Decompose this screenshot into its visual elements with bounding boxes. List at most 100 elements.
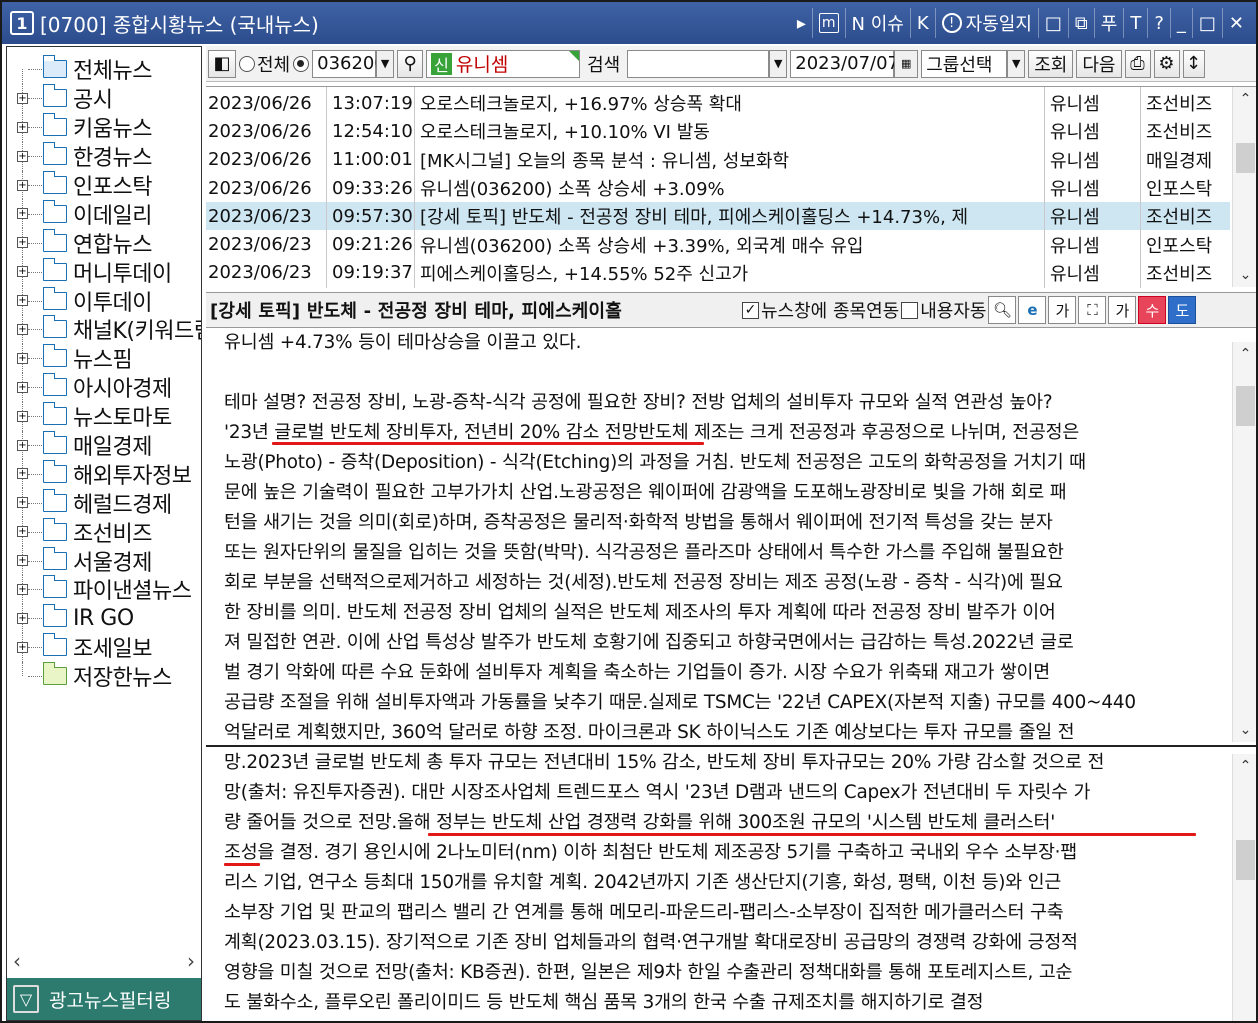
list-scroll-thumb[interactable] — [1236, 143, 1255, 173]
sidebar-item[interactable]: + 이투데이 — [7, 286, 201, 316]
expand-icon[interactable]: + — [17, 121, 28, 133]
date-input[interactable]: 2023/07/07 — [790, 49, 899, 78]
maximize-icon[interactable]: □ — [1193, 8, 1223, 38]
expand-icon[interactable]: + — [17, 208, 28, 220]
expand-icon[interactable]: + — [17, 150, 28, 162]
font-size-icon[interactable]: T — [1124, 8, 1149, 38]
expand-icon[interactable]: + — [17, 526, 28, 538]
scroll-up-icon[interactable]: ⌃ — [1233, 754, 1256, 778]
keyword-dropdown-icon[interactable]: ▼ — [769, 49, 788, 78]
expand-icon[interactable]: + — [17, 497, 28, 509]
sidebar-item[interactable]: + 조세일보 — [7, 632, 201, 662]
group-select[interactable]: 그룹선택 — [921, 49, 1008, 78]
sidebar-item[interactable]: + IR GO — [7, 603, 201, 633]
news-row[interactable]: 2023/06/26 11:00:01 [MK시그널] 오늘의 종목 분석 : 유니… — [206, 146, 1230, 174]
k-icon[interactable]: K — [911, 8, 936, 38]
sidebar-item[interactable]: + 뉴스핌 — [7, 343, 201, 373]
layout-icon[interactable]: □ — [1039, 8, 1069, 38]
sidebar-item[interactable]: + 해외투자정보 — [7, 459, 201, 489]
sidebar-item[interactable]: + 조선비즈 — [7, 517, 201, 547]
article-scroll-thumb[interactable] — [1236, 840, 1255, 880]
expand-icon[interactable]: + — [17, 612, 28, 624]
radio-stock[interactable] — [293, 55, 310, 72]
scroll-up-icon[interactable]: ⌃ — [1233, 87, 1256, 111]
list-scrollbar[interactable]: ⌃ ⌄ — [1232, 87, 1256, 287]
sidebar-item[interactable]: + 공시 — [7, 83, 201, 113]
ad-filter-button[interactable]: ▽ 광고뉴스필터링 — [7, 978, 201, 1020]
buy-button[interactable]: 수 — [1138, 296, 1167, 324]
sidebar-item[interactable]: 저장한뉴스 — [7, 661, 201, 691]
scroll-left-icon[interactable]: ‹ — [13, 949, 21, 973]
expand-icon[interactable]: + — [17, 179, 28, 191]
arrow-icon[interactable]: ▸ — [791, 8, 813, 38]
stock-name-field[interactable]: 신 유니셈 — [426, 49, 581, 78]
resize-vertical-icon[interactable]: ↕ — [1182, 49, 1205, 78]
pin-icon[interactable]: 푸 — [1095, 8, 1125, 38]
expand-icon[interactable]: + — [17, 92, 28, 104]
scroll-up-icon[interactable]: ⌃ — [1233, 342, 1256, 366]
expand-icon[interactable]: + — [17, 295, 28, 307]
expand-icon[interactable]: + — [17, 468, 28, 480]
font-larger-icon[interactable]: 가 — [1108, 296, 1137, 324]
news-row[interactable]: 2023/06/26 13:07:19 오로스테크놀로지, +16.97% 상승폭 … — [206, 89, 1230, 117]
sidebar-item[interactable]: + 채널K(키워드림 — [7, 315, 201, 344]
panel-toggle-icon[interactable]: ◧ — [208, 49, 236, 78]
stock-code-input[interactable]: 036200 — [312, 49, 386, 78]
sidebar-item[interactable]: + 키움뉴스 — [7, 112, 201, 142]
expand-icon[interactable]: + — [17, 266, 28, 278]
news-row[interactable]: 2023/06/26 12:54:10 오로스테크놀로지, +10.10% VI 발… — [206, 117, 1230, 145]
sidebar-item[interactable]: + 헤럴드경제 — [7, 488, 201, 518]
sidebar-item[interactable]: + 인포스탁 — [7, 170, 201, 200]
group-dropdown-icon[interactable]: ▼ — [1007, 49, 1026, 78]
minimize-icon[interactable]: _ — [1171, 8, 1193, 38]
sidebar-item[interactable]: + 서울경제 — [7, 546, 201, 576]
sidebar-item[interactable]: + 연합뉴스 — [7, 228, 201, 258]
link-checkbox[interactable]: ✓ — [742, 301, 759, 319]
news-row[interactable]: 2023/06/26 09:33:26 유니셈(036200) 소폭 상승세 +3.… — [206, 174, 1230, 202]
help-icon[interactable]: ? — [1148, 8, 1171, 38]
news-row[interactable]: 2023/06/23 09:21:26 유니셈(036200) 소폭 상승세 +3.… — [206, 231, 1230, 259]
expand-icon[interactable]: + — [17, 381, 28, 393]
window-number-badge[interactable]: 1 — [10, 11, 34, 35]
news-row[interactable]: 2023/06/23 09:19:37 피에스케이홀딩스, +14.55% 52주 … — [206, 259, 1230, 287]
expand-icon[interactable]: + — [17, 555, 28, 567]
font-smaller-icon[interactable]: 가 — [1048, 296, 1077, 324]
next-button[interactable]: 다음 — [1076, 49, 1122, 78]
scroll-down-icon[interactable]: ⌄ — [1233, 718, 1256, 742]
browser-icon[interactable]: e — [1018, 296, 1047, 324]
print-icon[interactable]: ⎙ — [1124, 49, 1151, 78]
expand-icon[interactable]: + — [17, 410, 28, 422]
auto-checkbox[interactable] — [901, 301, 919, 319]
expand-icon[interactable]: + — [17, 583, 28, 595]
sidebar-item[interactable]: + 한경뉴스 — [7, 141, 201, 171]
sidebar-item[interactable]: + 뉴스토마토 — [7, 401, 201, 431]
tree-horizontal-scrollbar[interactable]: ‹ › — [7, 949, 201, 973]
article-scrollbar-top[interactable]: ⌃ ⌄ — [1232, 342, 1256, 742]
pane-splitter[interactable] — [206, 745, 1256, 747]
sidebar-item[interactable]: + 파이낸셜뉴스 — [7, 575, 201, 604]
sidebar-item[interactable]: + 이데일리 — [7, 199, 201, 229]
radio-stock-dot[interactable] — [293, 55, 310, 72]
memo-icon[interactable]: m — [813, 8, 846, 38]
radio-all[interactable]: 전체 — [239, 51, 290, 77]
close-icon[interactable]: ✕ — [1223, 8, 1250, 38]
scroll-right-icon[interactable]: › — [187, 949, 195, 973]
sidebar-item[interactable]: + 머니투데이 — [7, 257, 201, 287]
search-icon[interactable]: ⚲ — [397, 49, 424, 78]
radio-all-dot[interactable] — [239, 55, 255, 72]
query-button[interactable]: 조회 — [1028, 49, 1074, 78]
auto-journal-button[interactable]: ! 자동일지 — [936, 8, 1039, 38]
expand-icon[interactable]: + — [17, 237, 28, 249]
calendar-icon[interactable]: ▦ — [894, 49, 919, 78]
expand-icon[interactable]: + — [17, 352, 28, 364]
news-row[interactable]: 2023/06/23 09:57:30 [강세 토픽] 반도체 - 전공정 장비 테… — [206, 202, 1230, 231]
settings-icon[interactable]: ⚙ — [1153, 49, 1180, 78]
zoom-icon[interactable]: 🔍︎ — [988, 296, 1017, 324]
stock-code-dropdown-icon[interactable]: ▼ — [376, 49, 395, 78]
fit-window-icon[interactable]: ⛶ — [1078, 296, 1107, 324]
sell-button[interactable]: 도 — [1168, 296, 1197, 324]
sidebar-item[interactable]: 전체뉴스 — [7, 55, 201, 84]
copy-window-icon[interactable]: ⧉ — [1069, 8, 1095, 38]
issue-button[interactable]: N 이슈 — [846, 8, 911, 38]
sidebar-item[interactable]: + 매일경제 — [7, 430, 201, 460]
